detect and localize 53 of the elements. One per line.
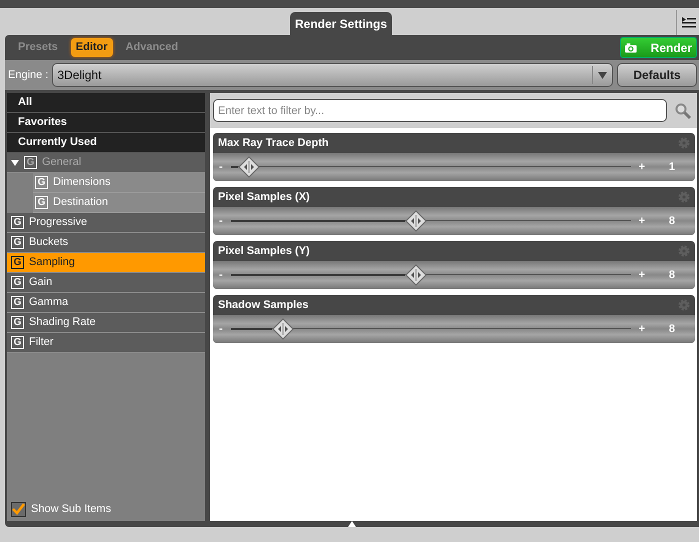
group-icon: G (11, 256, 24, 269)
slider-value: 1 (668, 160, 676, 175)
group-icon: G (11, 336, 24, 349)
category-item[interactable]: Currently Used (7, 133, 205, 153)
caret-icon (598, 72, 607, 78)
increment-button[interactable]: + (638, 266, 645, 284)
category-item[interactable]: Favorites (7, 113, 205, 133)
property-name: Max Ray Trace Depth (218, 136, 329, 151)
slider-thumb[interactable] (238, 156, 260, 178)
increment-button[interactable]: + (638, 212, 645, 230)
slider-value: 8 (668, 214, 676, 229)
tab[interactable]: Editor (70, 38, 113, 57)
window-title[interactable]: Render Settings (290, 12, 392, 35)
increment-button[interactable]: + (638, 158, 645, 176)
decrement-button[interactable]: - (219, 158, 223, 176)
tree-item[interactable]: G Filter (7, 333, 205, 353)
show-sub-items-label: Show Sub Items (31, 502, 112, 517)
property-name: Pixel Samples (X) (218, 190, 310, 205)
group-icon: G (11, 276, 24, 289)
group-icon: G (11, 216, 24, 229)
decrement-button[interactable]: - (219, 212, 223, 230)
collapse-arrow-icon[interactable] (348, 521, 356, 527)
increment-button[interactable]: + (638, 320, 645, 338)
group-icon: G (35, 196, 48, 209)
property-name: Pixel Samples (Y) (218, 244, 310, 259)
engine-label: Engine : (8, 68, 48, 83)
tree-item[interactable]: G Sampling (7, 253, 205, 273)
slider-thumb[interactable] (404, 264, 426, 286)
slider-thumb[interactable] (272, 318, 294, 340)
group-icon: G (11, 236, 24, 249)
decrement-button[interactable]: - (219, 320, 223, 338)
property-name: Shadow Samples (218, 298, 308, 313)
decrement-button[interactable]: - (219, 266, 223, 284)
slider-value: 8 (668, 322, 676, 337)
tree-item[interactable]: G Shading Rate (7, 313, 205, 333)
group-icon: G (11, 296, 24, 309)
tree-item[interactable]: G Buckets (7, 233, 205, 253)
tree-item[interactable]: G Gamma (7, 293, 205, 313)
defaults-button[interactable]: Defaults (617, 63, 697, 87)
search-icon[interactable] (675, 102, 691, 118)
group-icon: G (11, 316, 24, 329)
show-sub-items-checkbox[interactable] (11, 502, 26, 516)
slider-thumb[interactable] (404, 210, 426, 232)
engine-dropdown[interactable]: 3Delight (52, 63, 613, 87)
filter-field[interactable]: Enter text to filter by... (213, 99, 667, 122)
tree-item[interactable]: G Progressive (7, 213, 205, 233)
group-icon: G (35, 176, 48, 189)
slider-value: 8 (668, 268, 676, 283)
group-icon: G (24, 156, 37, 169)
tree-item[interactable]: G Gain (7, 273, 205, 293)
category-item[interactable]: All (7, 93, 205, 113)
checkmark-icon (12, 503, 25, 515)
menu-icon (680, 16, 696, 29)
